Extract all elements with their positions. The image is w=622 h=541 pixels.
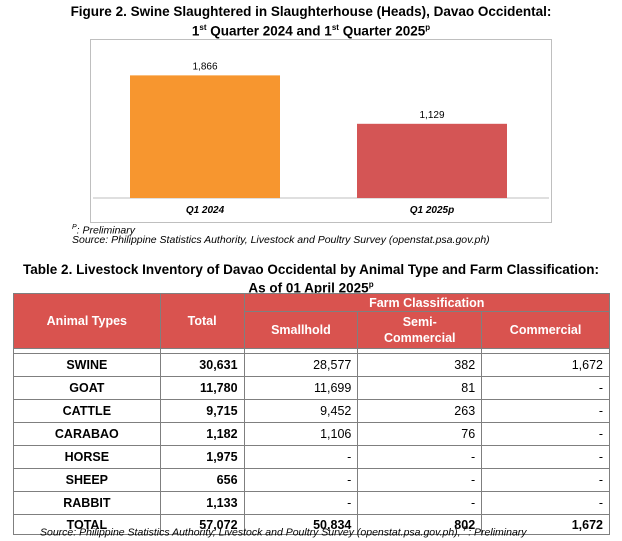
row-animal-name: SHEEP [13,468,161,492]
row-commercial: - [481,422,610,446]
row-total: 30,631 [159,353,245,377]
data-label: 1,129 [419,110,444,121]
data-label: 1,866 [192,61,217,72]
row-smallhold: 9,452 [243,399,359,423]
bar-chart-svg: 1,866 Q1 2024 1,129 Q1 2025p [93,61,549,216]
header-total: Total [159,293,245,349]
x-tick-label: Q1 2024 [186,205,225,216]
row-smallhold: - [243,491,359,515]
table-row: HORSE 1,975- - - [13,445,610,469]
row-smallhold: - [243,445,359,469]
row-smallhold: 1,106 [243,422,359,446]
row-commercial: - [481,445,610,469]
table-row: SWINE 30,631 28,577 382 1,672 [13,353,610,377]
livestock-table: Animal Types Total Farm Classification S… [13,293,611,535]
header-semi-commercial: Semi- Commercial [357,311,483,349]
table-row: GOAT 11,780 11,699 81- [13,376,610,400]
row-semi-commercial: - [357,445,483,469]
row-semi-commercial: - [357,468,483,492]
row-semi-commercial: 382 [357,353,483,377]
row-smallhold: 28,577 [243,353,359,377]
row-smallhold: - [243,468,359,492]
row-commercial: - [481,399,610,423]
figure-title-line1: Figure 2. Swine Slaughtered in Slaughter… [70,4,552,19]
row-semi-commercial: 263 [357,399,483,423]
row-total: 656 [159,468,245,492]
header-farm-classification: Farm Classification [243,293,611,312]
bar-chart: 1,866 Q1 2024 1,129 Q1 2025p [90,39,552,223]
row-animal-name: HORSE [13,445,161,469]
row-commercial: - [481,491,610,515]
row-total: 1,975 [159,445,245,469]
figure-title: Figure 2. Swine Slaughtered in Slaughter… [0,4,622,40]
row-animal-name: CARABAO [13,422,161,446]
row-total: 1,133 [159,491,245,515]
table-row: SHEEP 656- - - [13,468,610,492]
row-animal-name: GOAT [13,376,161,400]
header-animal-types: Animal Types [13,293,161,349]
table-title-line1: Table 2. Livestock Inventory of Davao Oc… [23,262,599,277]
header-commercial: Commercial [481,311,610,349]
figure-source: Source: Philippine Statistics Authority,… [72,234,490,246]
table-row: RABBIT 1,133- - - [13,491,610,515]
row-semi-commercial: 81 [357,376,483,400]
row-smallhold: 11,699 [243,376,359,400]
row-semi-commercial: 76 [357,422,483,446]
row-total: 11,780 [159,376,245,400]
bar-q1-2025p [357,123,507,198]
row-commercial: - [481,376,610,400]
table-source: Source: Philippine Statistics Authority,… [40,526,527,539]
row-semi-commercial: - [357,491,483,515]
table-title: Table 2. Livestock Inventory of Davao Oc… [0,262,622,296]
x-tick-label: Q1 2025p [410,205,454,216]
table-row: CATTLE 9,715 9,452 263- [13,399,610,423]
bar-q1-2024 [130,75,280,198]
row-commercial: 1,672 [481,353,610,377]
row-total: 1,182 [159,422,245,446]
row-animal-name: SWINE [13,353,161,377]
row-commercial: - [481,468,610,492]
row-animal-name: RABBIT [13,491,161,515]
figure-title-line2: 1st Quarter 2024 and 1st Quarter 2025p [191,23,431,39]
row-animal-name: CATTLE [13,399,161,423]
table-row: CARABAO 1,182 1,106 76- [13,422,610,446]
row-total: 9,715 [159,399,245,423]
header-smallhold: Smallhold [243,311,359,349]
